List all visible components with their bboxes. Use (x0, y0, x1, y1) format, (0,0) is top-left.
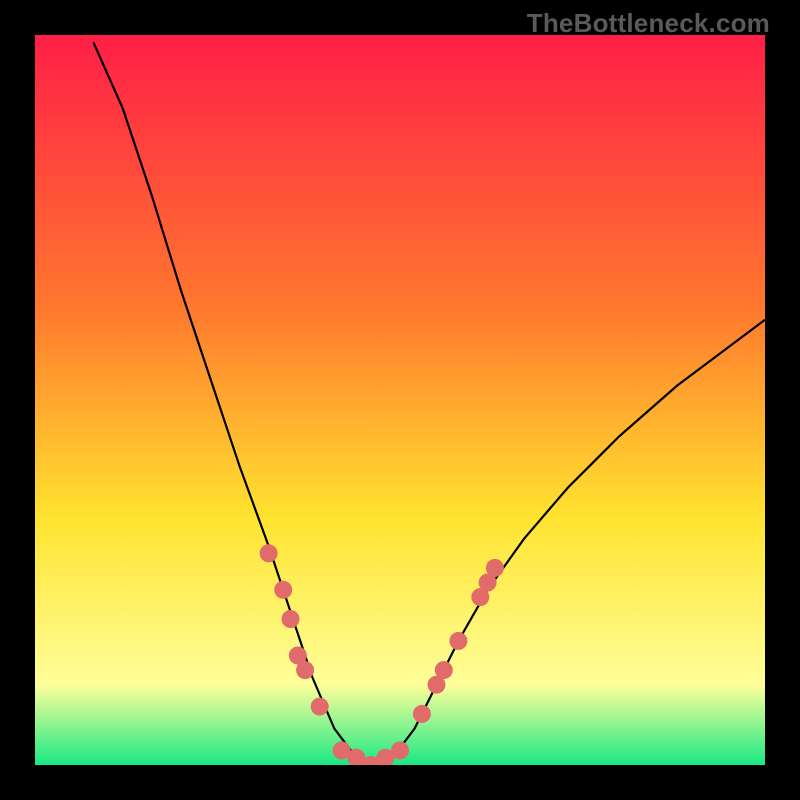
watermark-text: TheBottleneck.com (527, 8, 770, 39)
data-dot (391, 741, 409, 759)
data-dot (449, 632, 467, 650)
data-dot (260, 544, 278, 562)
data-dot (486, 559, 504, 577)
data-dot (282, 610, 300, 628)
data-dot (274, 581, 292, 599)
data-dot (413, 705, 431, 723)
data-dot (311, 698, 329, 716)
data-dot (435, 661, 453, 679)
gradient-background (35, 35, 765, 765)
chart-container: TheBottleneck.com (0, 0, 800, 800)
data-dot (296, 661, 314, 679)
plot-area (35, 35, 765, 765)
